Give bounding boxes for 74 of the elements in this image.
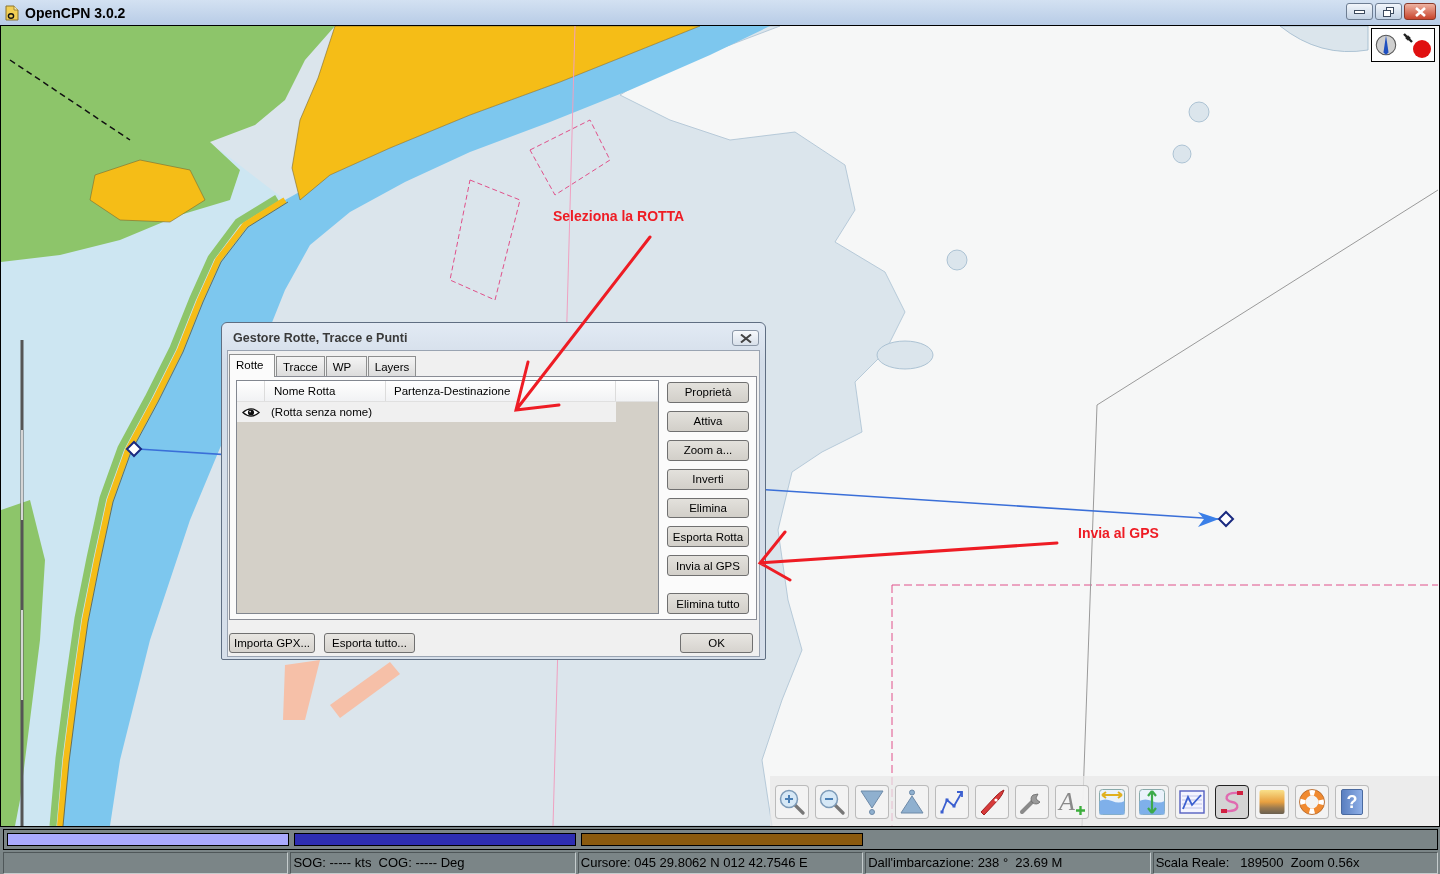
satellite-icon — [1403, 33, 1413, 43]
route-name-cell-text: (Rotta senza nome) — [270, 406, 372, 418]
traffic-lane-shape — [330, 662, 400, 718]
plus-icon — [1075, 806, 1085, 815]
window-title: OpenCPN 3.0.2 — [25, 4, 127, 21]
column-header[interactable]: Partenza-Destinazione — [386, 381, 616, 401]
traffic-lane-shape — [283, 660, 320, 720]
sunset-icon — [1259, 789, 1285, 815]
column-header[interactable]: Nome Rotta — [265, 381, 386, 401]
boat-icon — [979, 789, 1005, 815]
status-dot-icon — [1413, 40, 1431, 58]
scale-up-button[interactable] — [895, 785, 929, 819]
action-button[interactable]: Elimina — [667, 497, 749, 519]
tab[interactable]: Layers — [367, 356, 417, 376]
restore-icon — [1383, 6, 1394, 17]
action-button[interactable]: Inverti — [667, 468, 749, 490]
tide-arrows-icon — [1099, 789, 1125, 815]
chart-quilt-bar[interactable] — [7, 833, 289, 846]
status-field: SOG: ----- kts COG: ----- Deg — [290, 852, 576, 874]
current-arrows-icon — [1139, 789, 1165, 815]
action-button[interactable]: Zoom a... — [667, 439, 749, 461]
footer-button[interactable]: Importa GPX... — [229, 633, 315, 653]
close-icon — [1414, 6, 1426, 17]
eye-icon[interactable] — [242, 406, 260, 418]
action-button[interactable]: Proprietà — [667, 382, 749, 403]
shoal-contour — [1172, 144, 1192, 164]
life-ring-icon — [1299, 789, 1325, 815]
action-button[interactable]: Attiva — [667, 410, 749, 432]
settings-button[interactable] — [1015, 785, 1049, 819]
dialog-title: Gestore Rotte, Tracce e Punti — [233, 331, 408, 345]
close-button[interactable] — [732, 330, 759, 346]
restore-button[interactable] — [1375, 3, 1402, 20]
zoom-in-button[interactable] — [775, 785, 809, 819]
status-field: Dall'imbarcazione: 238 ° 23.69 M — [865, 852, 1151, 874]
status-field: Cursore: 045 29.8062 N 012 42.7546 E — [577, 852, 864, 874]
shoal-contour — [946, 249, 968, 271]
annotation-text: Seleziona la ROTTA — [553, 208, 685, 224]
s-curve-icon — [1219, 789, 1245, 815]
current-button[interactable] — [1135, 785, 1169, 819]
polyline-icon — [939, 789, 965, 815]
graph-sheet-icon — [1179, 789, 1205, 815]
close-button[interactable] — [1404, 3, 1436, 20]
tab[interactable]: Tracce — [276, 356, 325, 376]
follow-boat-button[interactable] — [975, 785, 1009, 819]
app-logo-icon — [5, 4, 19, 21]
close-icon — [739, 333, 752, 343]
status-field: Scala Reale: 189500 Zoom 0.56x — [1152, 852, 1439, 874]
route-manager-button[interactable] — [1215, 785, 1249, 819]
color-scheme-button[interactable] — [1255, 785, 1289, 819]
action-button[interactable]: Invia al GPS — [667, 555, 749, 577]
waypoint-icon[interactable] — [1217, 510, 1235, 528]
man-overboard-button[interactable] — [1295, 785, 1329, 819]
zoom-out-button[interactable] — [815, 785, 849, 819]
minimize-button[interactable] — [1346, 3, 1373, 20]
action-button[interactable]: Esporta Rotta — [667, 526, 749, 548]
zoom-in-icon — [779, 789, 805, 815]
book-icon: ? — [1341, 789, 1363, 815]
up-triangle-icon — [899, 789, 925, 815]
ok-button[interactable]: OK — [680, 633, 753, 653]
delete-all-button[interactable]: Elimina tutto — [667, 593, 749, 614]
waypoint-icon[interactable] — [125, 440, 143, 458]
down-triangle-icon — [859, 789, 885, 815]
tab[interactable]: Rotte — [229, 354, 275, 377]
minimize-icon — [1354, 9, 1365, 14]
shoal-contour — [1188, 101, 1210, 123]
tab[interactable]: WP — [325, 356, 367, 376]
zoom-out-icon — [819, 789, 845, 815]
route-tool-button[interactable] — [935, 785, 969, 819]
print-button[interactable] — [1175, 785, 1209, 819]
route-row[interactable]: (Rotta senza nome) — [237, 402, 616, 422]
annotation-text: Invia al GPS — [1078, 525, 1159, 541]
footer-button[interactable]: Esporta tutto... — [324, 633, 415, 653]
scale-down-button[interactable] — [855, 785, 889, 819]
compass-icon[interactable] — [1375, 32, 1397, 58]
